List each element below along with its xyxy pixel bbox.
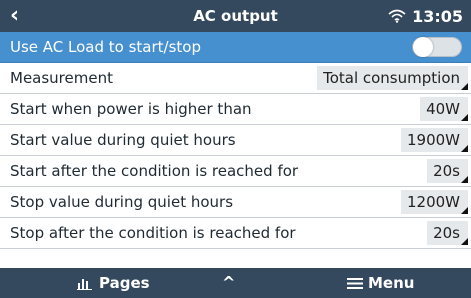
stop-quiet-value[interactable]: 1200W (400, 190, 469, 214)
setting-row-start-power[interactable]: Start when power is higher than 40W (0, 94, 471, 125)
start-quiet-value[interactable]: 1900W (400, 128, 469, 152)
setting-label: Measurement (10, 69, 113, 87)
up-chevron-icon[interactable]: ^ (222, 268, 235, 298)
hamburger-icon (347, 277, 363, 289)
setting-label: Start when power is higher than (10, 100, 252, 118)
menu-label: Menu (368, 274, 415, 292)
setting-label: Start after the condition is reached for (10, 162, 299, 180)
footer-bar: Pages ^ Menu (0, 268, 471, 298)
setting-label: Use AC Load to start/stop (10, 38, 201, 56)
stop-delay-value[interactable]: 20s (427, 221, 468, 245)
toggle-knob (413, 37, 433, 57)
clock: 13:05 (412, 6, 463, 26)
use-ac-load-toggle[interactable] (412, 37, 462, 57)
start-delay-value[interactable]: 20s (427, 159, 468, 183)
pages-label: Pages (99, 274, 150, 292)
setting-row-use-ac-load[interactable]: Use AC Load to start/stop (0, 32, 471, 63)
header-bar: ‹ AC output 13:05 (0, 0, 471, 32)
wifi-icon (388, 9, 406, 23)
bar-chart-icon (77, 278, 92, 290)
measurement-value[interactable]: Total consumption (317, 66, 468, 90)
setting-label: Stop value during quiet hours (10, 193, 234, 211)
setting-row-stop-delay[interactable]: Stop after the condition is reached for … (0, 218, 471, 249)
setting-row-start-quiet[interactable]: Start value during quiet hours 1900W (0, 125, 471, 156)
back-chevron-icon[interactable]: ‹ (10, 2, 19, 30)
setting-row-stop-quiet[interactable]: Stop value during quiet hours 1200W (0, 187, 471, 218)
setting-row-measurement[interactable]: Measurement Total consumption (0, 63, 471, 94)
setting-label: Start value during quiet hours (10, 131, 236, 149)
setting-label: Stop after the condition is reached for (10, 224, 296, 242)
pages-button[interactable]: Pages (77, 268, 150, 298)
setting-row-start-delay[interactable]: Start after the condition is reached for… (0, 156, 471, 187)
status-area: 13:05 (388, 0, 463, 32)
screen: ‹ AC output 13:05 Use AC Load to start/s… (0, 0, 471, 298)
menu-button[interactable]: Menu (347, 268, 414, 298)
start-power-value[interactable]: 40W (420, 97, 468, 121)
